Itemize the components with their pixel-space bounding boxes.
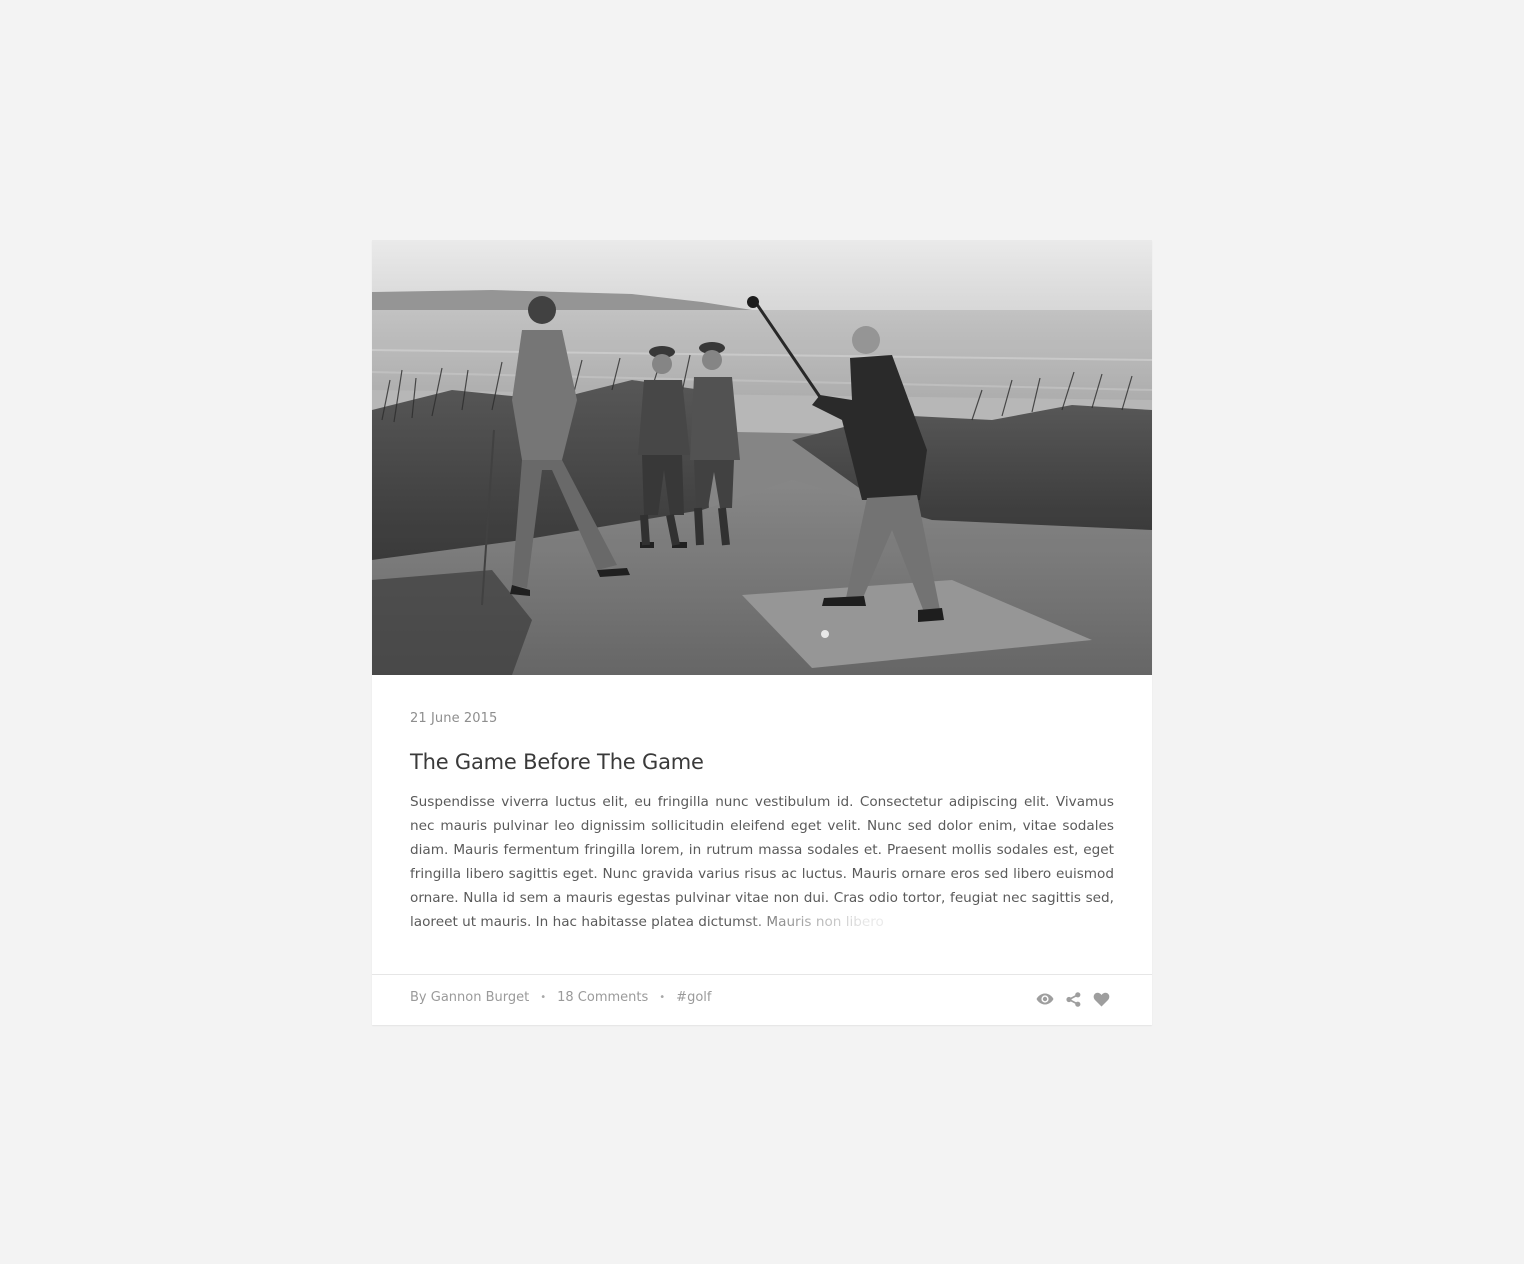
view-button[interactable] bbox=[1036, 990, 1054, 1008]
post-content: 21 June 2015 The Game Before The Game Su… bbox=[372, 675, 1152, 974]
post-footer: By Gannon Burget • 18 Comments • #golf bbox=[372, 974, 1152, 1025]
post-excerpt-wrap: Suspendisse viverra luctus elit, eu frin… bbox=[410, 790, 1114, 934]
author-link[interactable]: By Gannon Burget bbox=[410, 990, 529, 1005]
like-button[interactable] bbox=[1092, 990, 1110, 1008]
eye-icon bbox=[1036, 993, 1054, 1005]
post-image[interactable] bbox=[372, 240, 1152, 675]
meta-separator: • bbox=[659, 991, 666, 1003]
post-date: 21 June 2015 bbox=[410, 711, 498, 726]
heart-icon bbox=[1093, 992, 1109, 1006]
golf-photo bbox=[372, 240, 1152, 675]
comments-link[interactable]: 18 Comments bbox=[557, 990, 648, 1005]
share-icon bbox=[1065, 991, 1080, 1007]
post-title[interactable]: The Game Before The Game bbox=[410, 750, 1114, 774]
share-button[interactable] bbox=[1064, 990, 1082, 1008]
meta-separator: • bbox=[540, 991, 547, 1003]
post-card: 21 June 2015 The Game Before The Game Su… bbox=[372, 240, 1152, 1025]
post-actions bbox=[1036, 990, 1110, 1008]
tag-link[interactable]: #golf bbox=[676, 990, 711, 1005]
post-meta: By Gannon Burget • 18 Comments • #golf bbox=[410, 990, 711, 1005]
post-excerpt: Suspendisse viverra luctus elit, eu frin… bbox=[410, 794, 1114, 930]
